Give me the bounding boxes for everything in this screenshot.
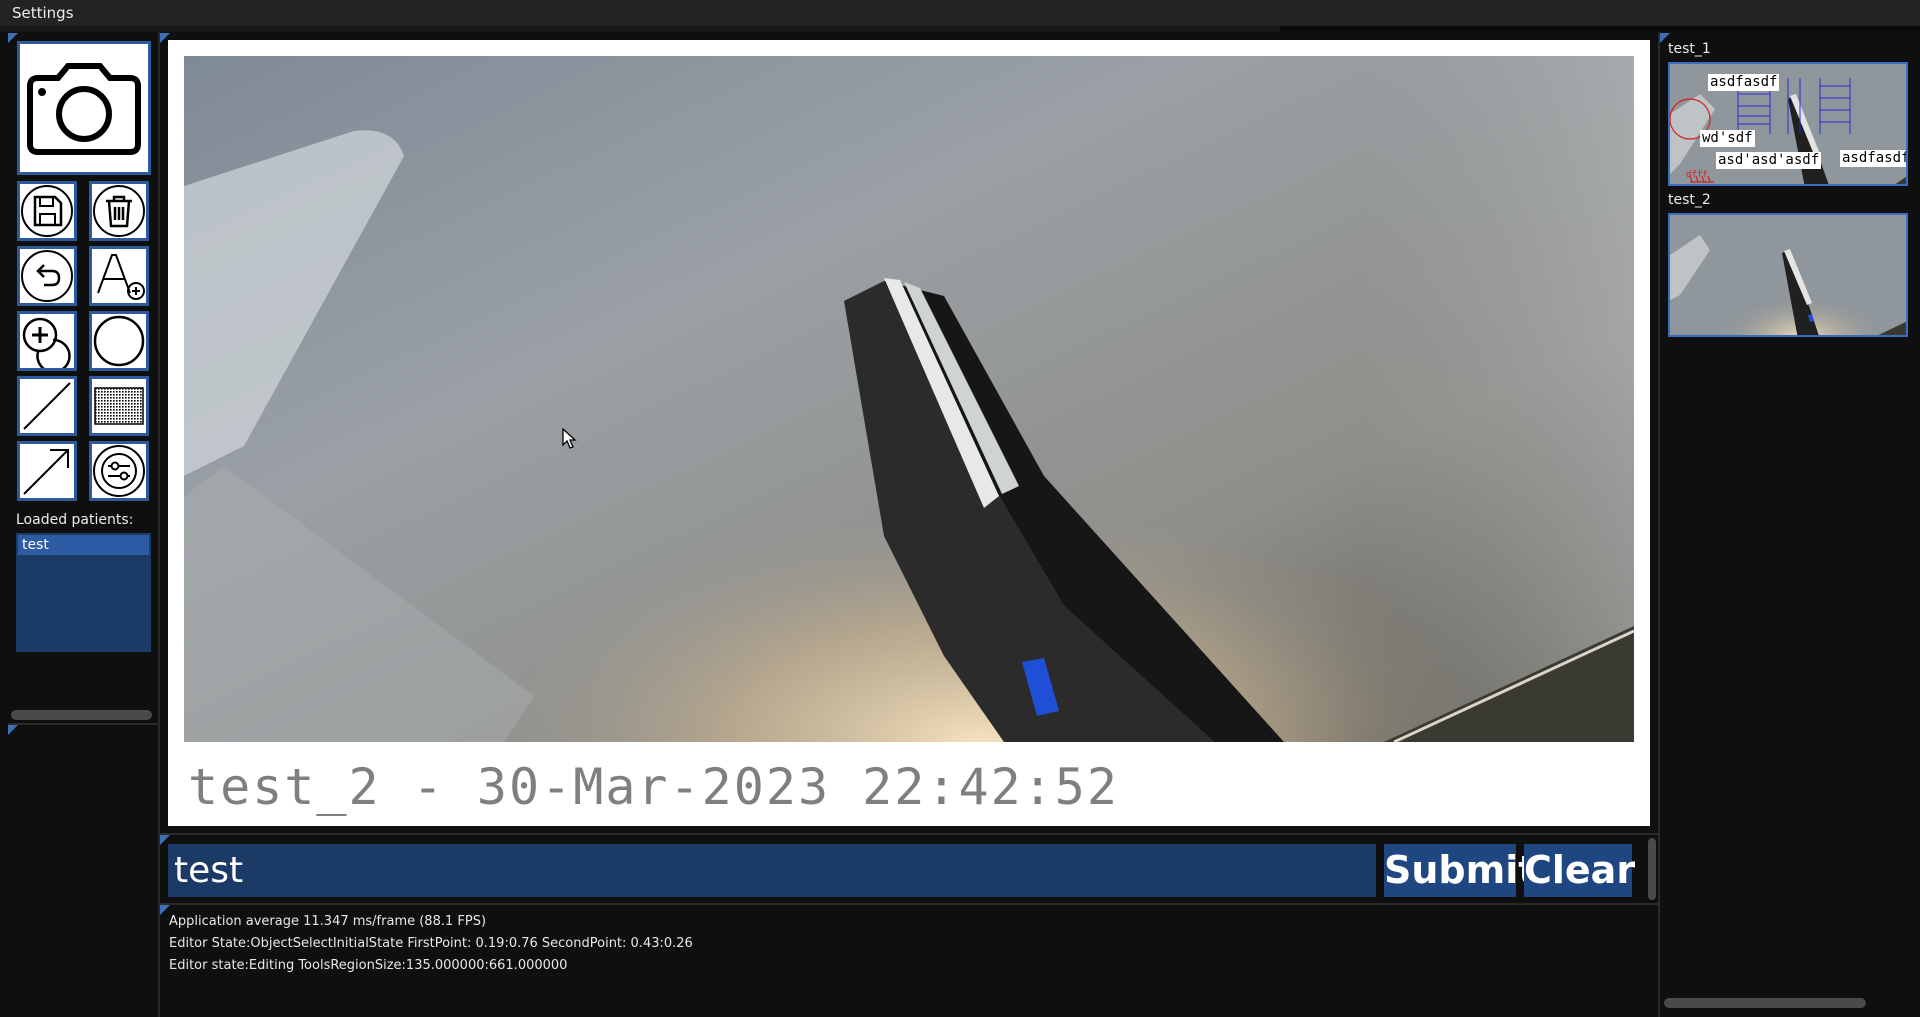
add-text-icon: [97, 254, 145, 300]
thumbnail-test-2[interactable]: [1668, 213, 1908, 337]
thumbnail-annotation-label: asd'asd'asdf: [1716, 152, 1822, 169]
pattern-icon: [94, 387, 144, 425]
zoom-in-button[interactable]: [17, 311, 77, 371]
lower-panel-resize-corner[interactable]: [8, 725, 18, 735]
arrow-tool-button[interactable]: [17, 441, 77, 501]
tools-region-stat: Editor state:Editing ToolsRegionSize:135…: [169, 958, 568, 973]
thumbnail-annotation-label: dfff: [1686, 170, 1708, 180]
menu-divider: [0, 26, 1920, 32]
tools-horizontal-scrollbar[interactable]: [11, 710, 152, 720]
adjust-button[interactable]: [89, 441, 149, 501]
camera-frame-graphic: [184, 56, 1634, 742]
loaded-patients-label: Loaded patients:: [16, 512, 134, 528]
line-icon: [23, 382, 71, 430]
patient-list-item[interactable]: test: [18, 535, 149, 555]
undo-button[interactable]: [17, 246, 77, 306]
settings-sliders-icon: [93, 445, 145, 497]
undo-icon: [21, 250, 73, 302]
thumbnail-test-1[interactable]: asdfasdf wd'sdf asd'asd'asdf asdfasdf df…: [1668, 62, 1908, 186]
pattern-tool-button[interactable]: [89, 376, 149, 436]
zoom-in-icon: [22, 317, 71, 368]
save-button[interactable]: [17, 181, 77, 241]
image-panel-divider: [158, 833, 1658, 835]
patients-list[interactable]: test: [16, 533, 151, 652]
fps-stat: Application average 11.347 ms/frame (88.…: [169, 914, 487, 929]
trash-icon: [93, 185, 145, 237]
circle-icon: [93, 315, 145, 367]
thumbnail-label: test_2: [1668, 192, 1711, 208]
mouse-cursor-icon: [562, 428, 577, 449]
add-text-button[interactable]: [89, 246, 149, 306]
camera-icon: [27, 63, 141, 155]
thumbnail-label: test_1: [1668, 41, 1711, 57]
capture-button[interactable]: [17, 41, 151, 175]
settings-menu[interactable]: Settings: [12, 4, 74, 22]
stats-divider: [158, 903, 1658, 905]
right-panel-divider: [1658, 32, 1660, 1017]
thumbnail-annotation-label: wd'sdf: [1700, 130, 1755, 147]
circle-tool-button[interactable]: [89, 311, 149, 371]
thumbnail-annotation-label: asdfasdf: [1840, 150, 1906, 167]
thumbnail-horizontal-scrollbar[interactable]: [1664, 998, 1866, 1008]
line-tool-button[interactable]: [17, 376, 77, 436]
clear-button[interactable]: Clear: [1524, 844, 1635, 897]
menu-bar: Settings: [0, 0, 1920, 26]
annotation-text-input[interactable]: [168, 844, 1376, 897]
thumbnail-annotation-label: asdfasdf: [1708, 74, 1780, 91]
save-icon: [21, 185, 73, 237]
input-vertical-scrollbar[interactable]: [1648, 838, 1656, 900]
tools-section-divider: [8, 723, 158, 725]
submit-button[interactable]: Submit: [1384, 844, 1536, 897]
camera-image[interactable]: [184, 56, 1634, 742]
editor-state-stat: Editor State:ObjectSelectInitialState Fi…: [169, 936, 693, 951]
delete-button[interactable]: [89, 181, 149, 241]
image-caption: test_2 - 30-Mar-2023 22:42:52: [188, 758, 1119, 816]
left-panel-divider: [158, 32, 160, 1017]
arrow-icon: [23, 449, 69, 495]
thumbnail-image: [1670, 215, 1906, 335]
